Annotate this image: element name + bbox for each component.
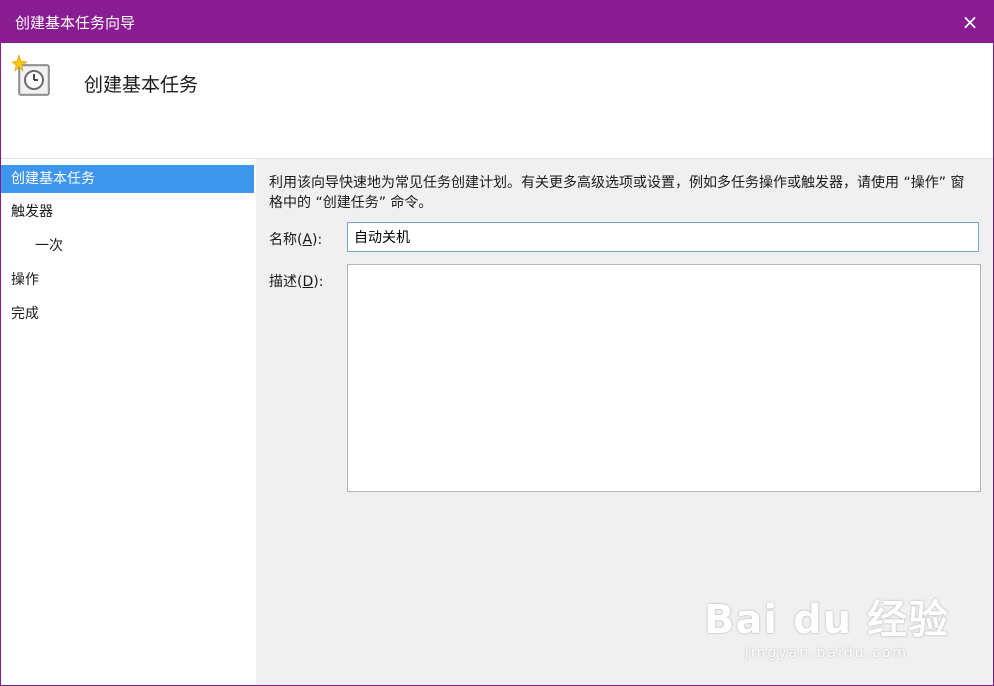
wizard-content: 利用该向导快速地为常见任务创建计划。有关更多高级选项或设置，例如多任务操作或触发…: [257, 159, 993, 685]
title-bar[interactable]: 创建基本任务向导 ×: [1, 1, 993, 43]
baidu-watermark: Bai du 经验 jingyan.baidu.com: [704, 587, 949, 661]
sidebar-item-label: 操作: [11, 272, 39, 288]
wizard-description: 利用该向导快速地为常见任务创建计划。有关更多高级选项或设置，例如多任务操作或触发…: [269, 175, 965, 211]
close-button[interactable]: ×: [947, 1, 993, 43]
description-accesskey: D: [302, 274, 314, 290]
wizard-steps-sidebar: 创建基本任务 触发器 一次 操作 完成: [1, 159, 256, 685]
sidebar-item-label: 一次: [35, 238, 63, 254]
description-textarea[interactable]: [347, 264, 981, 492]
description-label: 描述(D):: [269, 274, 324, 290]
sidebar-item-finish[interactable]: 完成: [1, 300, 39, 328]
watermark-brand: Bai du 经验: [703, 597, 949, 643]
close-icon: ×: [961, 10, 979, 34]
window-title: 创建基本任务向导: [15, 14, 136, 32]
sidebar-item-trigger[interactable]: 触发器: [1, 198, 53, 226]
sidebar-item-action[interactable]: 操作: [1, 266, 39, 294]
sidebar-item-label: 创建基本任务: [11, 171, 95, 187]
name-input[interactable]: [347, 222, 979, 252]
sidebar-item-create-basic-task[interactable]: 创建基本任务: [1, 165, 254, 193]
sidebar-item-label: 完成: [11, 306, 39, 322]
wizard-window: 创建基本任务向导 × 创建基本任务 创建基本任务 触发器 一次 操作 完成 利用…: [0, 0, 994, 686]
wizard-header: 创建基本任务: [1, 43, 993, 159]
task-clock-icon: [11, 54, 50, 96]
sidebar-item-label: 触发器: [11, 204, 53, 220]
watermark-url: jingyan.baidu.com: [744, 645, 909, 661]
sidebar-item-once[interactable]: 一次: [1, 232, 63, 260]
name-label: 名称(A):: [269, 232, 323, 248]
name-accesskey: A: [302, 232, 313, 248]
page-title: 创建基本任务: [84, 74, 199, 96]
